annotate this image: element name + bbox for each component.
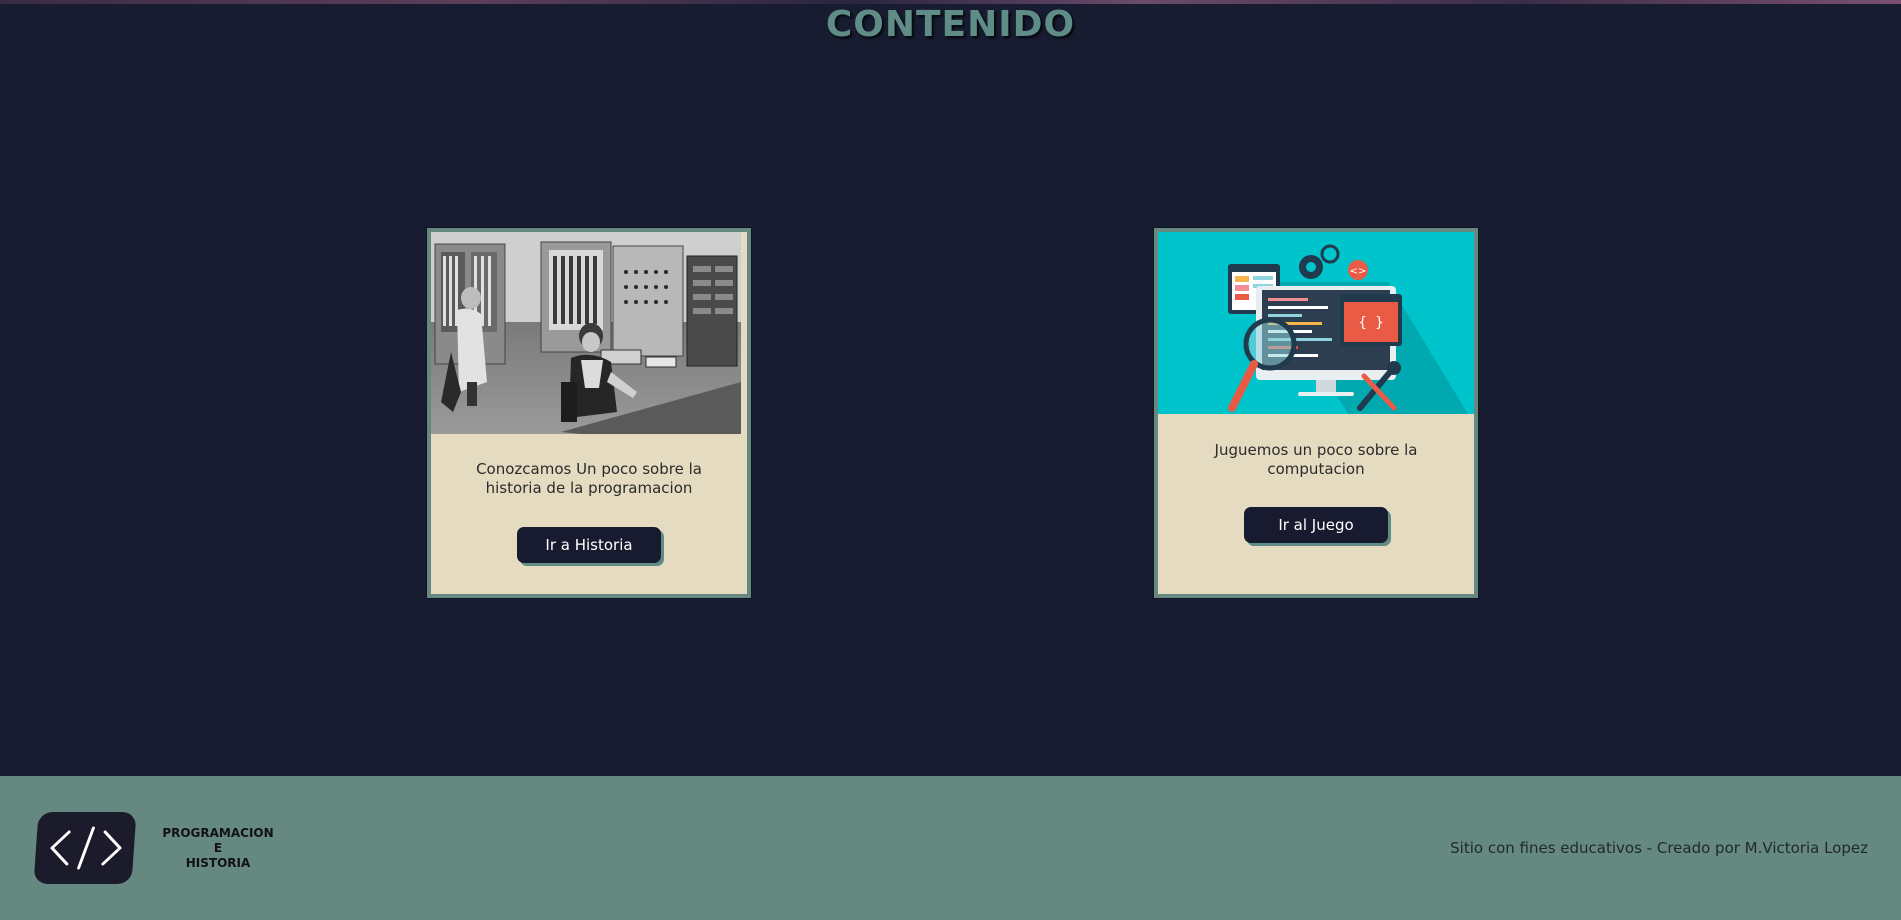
footer: PROGRAMACION E HISTORIA Sitio con fines …: [0, 776, 1901, 920]
footer-brand-line: PROGRAMACION: [162, 826, 274, 840]
go-to-history-button[interactable]: Ir a Historia: [517, 527, 661, 563]
footer-brand-line: HISTORIA: [185, 856, 251, 870]
page-title: CONTENIDO: [825, 4, 1076, 45]
svg-text:{ }: { }: [1358, 315, 1383, 331]
vintage-computer-photo: [431, 232, 741, 434]
go-to-game-button[interactable]: Ir al Juego: [1244, 507, 1388, 543]
footer-brand: PROGRAMACION E HISTORIA: [160, 826, 276, 871]
game-card-description: Juguemos un poco sobre la computacion: [1214, 441, 1418, 478]
history-card-description: Conozcamos Un poco sobre la historia de …: [476, 460, 702, 497]
footer-brand-line: E: [213, 841, 223, 855]
svg-text:<>: <>: [1350, 266, 1367, 277]
history-card: Conozcamos Un poco sobre la historia de …: [427, 228, 751, 598]
footer-credit: Sitio con fines educativos - Creado por …: [1450, 839, 1868, 857]
game-card: <> {} Juguemos un poco sobre la computa…: [1154, 228, 1478, 598]
code-brackets-icon[interactable]: [33, 812, 137, 884]
computer-code-illustration: <> {}: [1158, 232, 1474, 414]
